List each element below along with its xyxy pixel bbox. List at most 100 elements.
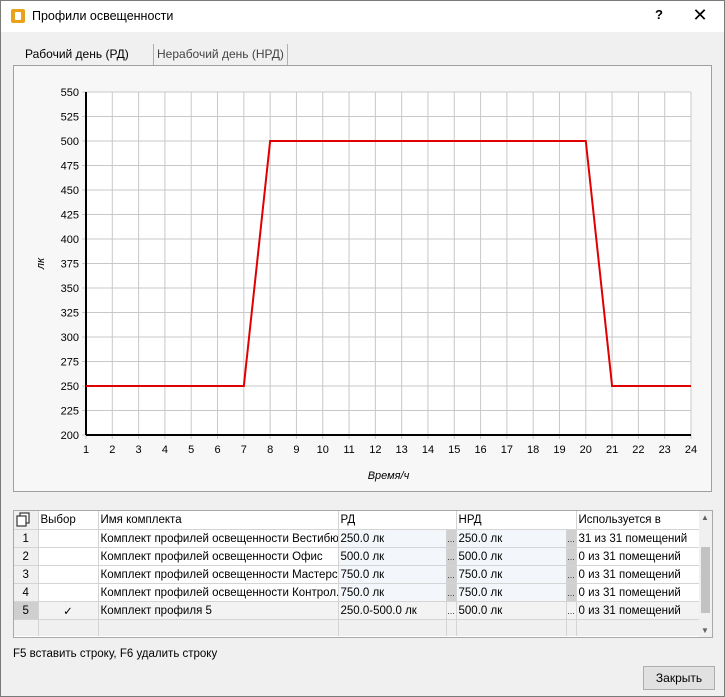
profile-sets-table: Выбор Имя комплекта РД НРД Используется … [14, 511, 700, 636]
empty-cell[interactable] [566, 619, 577, 636]
row-name-cell[interactable]: Комплект профилей освещенности Вестибюль [98, 529, 339, 548]
x-tick-label: 10 [317, 444, 329, 456]
row-rd-edit-button[interactable]: ... [446, 547, 457, 566]
y-tick-label: 525 [61, 112, 79, 124]
y-tick-label: 500 [61, 136, 79, 148]
row-number[interactable]: 2 [14, 547, 39, 566]
copy-column-header[interactable] [14, 511, 39, 530]
row-nrd-cell[interactable]: 500.0 лк [456, 601, 567, 620]
table-row[interactable]: 5 ✓ Комплект профиля 5 250.0-500.0 лк... 500… [14, 601, 700, 620]
x-tick-label: 19 [553, 444, 565, 456]
copy-icon [16, 512, 30, 527]
close-window-button[interactable]: ✕ [689, 4, 711, 26]
x-tick-label: 4 [162, 444, 168, 456]
row-used-in-cell[interactable]: 0 из 31 помещений [576, 601, 700, 620]
scroll-up-icon[interactable]: ▲ [701, 513, 709, 522]
x-tick-label: 23 [659, 444, 671, 456]
row-used-in-cell[interactable]: 0 из 31 помещений [576, 547, 700, 566]
close-button[interactable]: Закрыть [643, 666, 715, 690]
row-name-cell[interactable]: Комплект профилей освещенности Мастерс..… [98, 565, 339, 584]
tab-working-day-label: Рабочий день (РД) [25, 47, 129, 61]
illuminance-chart: 1 2 3 4 5 6 7 8 9 10 11 12 13 14 15 16 17 18 19 20 21 22 23 242… [35, 87, 697, 482]
header-used-in[interactable]: Используется в [576, 511, 700, 530]
x-tick-label: 24 [685, 444, 697, 456]
row-nrd-cell[interactable]: 750.0 лк [456, 583, 567, 602]
row-choice-cell[interactable] [38, 583, 99, 602]
row-number[interactable]: 4 [14, 583, 39, 602]
row-rd-cell[interactable]: 250.0 лк [338, 529, 447, 548]
y-tick-label: 375 [61, 259, 79, 271]
x-tick-label: 12 [369, 444, 381, 456]
empty-cell[interactable] [14, 619, 39, 636]
row-rd-edit-button[interactable]: ... [446, 529, 457, 548]
row-nrd-cell[interactable]: 250.0 лк [456, 529, 567, 548]
row-number[interactable]: 1 [14, 529, 39, 548]
row-used-in-cell[interactable]: 31 из 31 помещений [576, 529, 700, 548]
row-rd-cell[interactable]: 750.0 лк [338, 565, 447, 584]
y-tick-label: 475 [61, 161, 79, 173]
header-set-name[interactable]: Имя комплекта [98, 511, 339, 530]
row-name-cell[interactable]: Комплект профиля 5 [98, 601, 339, 620]
y-tick-label: 350 [61, 283, 79, 295]
row-rd-edit-button[interactable]: ... [446, 583, 457, 602]
row-choice-cell[interactable] [38, 547, 99, 566]
row-nrd-cell[interactable]: 750.0 лк [456, 565, 567, 584]
tab-nonworking-day-label: Нерабочий день (НРД) [157, 47, 284, 61]
header-choice[interactable]: Выбор [38, 511, 99, 530]
empty-cell[interactable] [338, 619, 447, 636]
x-tick-label: 13 [396, 444, 408, 456]
table-row[interactable]: 3 Комплект профилей освещенности Мастерс.… [14, 565, 700, 584]
y-tick-label: 450 [61, 185, 79, 197]
y-tick-label: 550 [61, 87, 79, 99]
row-number[interactable]: 5 [14, 601, 39, 620]
header-rd[interactable]: РД [338, 511, 457, 530]
x-tick-label: 2 [109, 444, 115, 456]
tab-nonworking-day[interactable]: Нерабочий день (НРД) [153, 44, 288, 65]
row-nrd-cell[interactable]: 500.0 лк [456, 547, 567, 566]
empty-cell[interactable] [38, 619, 99, 636]
row-name-cell[interactable]: Комплект профилей освещенности Офис [98, 547, 339, 566]
row-choice-cell[interactable] [38, 565, 99, 584]
grid-vertical-scrollbar[interactable]: ▲ ▼ [699, 511, 712, 637]
x-tick-label: 3 [136, 444, 142, 456]
row-used-in-cell[interactable]: 0 из 31 помещений [576, 583, 700, 602]
row-rd-cell[interactable]: 750.0 лк [338, 583, 447, 602]
x-tick-label: 14 [422, 444, 434, 456]
row-used-in-cell[interactable]: 0 из 31 помещений [576, 565, 700, 584]
x-tick-label: 9 [293, 444, 299, 456]
row-nrd-edit-button[interactable]: ... [566, 601, 577, 620]
help-button[interactable]: ? [653, 7, 665, 22]
table-row[interactable]: 1 Комплект профилей освещенности Вестибюл… [14, 529, 700, 548]
row-nrd-edit-button[interactable]: ... [566, 547, 577, 566]
empty-cell[interactable] [456, 619, 567, 636]
x-tick-label: 16 [474, 444, 486, 456]
scroll-down-icon[interactable]: ▼ [701, 626, 709, 635]
header-nrd[interactable]: НРД [456, 511, 577, 530]
x-tick-label: 22 [632, 444, 644, 456]
empty-cell[interactable] [98, 619, 339, 636]
row-nrd-edit-button[interactable]: ... [566, 529, 577, 548]
tab-working-day[interactable]: Рабочий день (РД) [25, 46, 129, 66]
x-axis-label: Время/ч [368, 470, 410, 482]
table-row[interactable]: 2 Комплект профилей освещенности Офис 500.… [14, 547, 700, 566]
row-nrd-edit-button[interactable]: ... [566, 565, 577, 584]
row-rd-cell[interactable]: 250.0-500.0 лк [338, 601, 447, 620]
row-choice-cell[interactable] [38, 529, 99, 548]
row-rd-cell[interactable]: 500.0 лк [338, 547, 447, 566]
table-row[interactable]: 4 Комплект профилей освещенности Контрол.… [14, 583, 700, 602]
row-number[interactable]: 3 [14, 565, 39, 584]
scroll-thumb[interactable] [701, 547, 710, 613]
y-tick-label: 425 [61, 210, 79, 222]
row-name-cell[interactable]: Комплект профилей освещенности Контрол..… [98, 583, 339, 602]
empty-cell[interactable] [446, 619, 457, 636]
title-bar: Профили освещенности ? ✕ [1, 1, 724, 32]
empty-cell[interactable] [576, 619, 700, 636]
row-nrd-edit-button[interactable]: ... [566, 583, 577, 602]
new-row-placeholder[interactable] [14, 619, 700, 636]
x-tick-label: 20 [580, 444, 592, 456]
y-tick-label: 325 [61, 308, 79, 320]
row-rd-edit-button[interactable]: ... [446, 601, 457, 620]
x-tick-label: 17 [501, 444, 513, 456]
row-rd-edit-button[interactable]: ... [446, 565, 457, 584]
row-choice-cell[interactable]: ✓ [38, 601, 99, 620]
